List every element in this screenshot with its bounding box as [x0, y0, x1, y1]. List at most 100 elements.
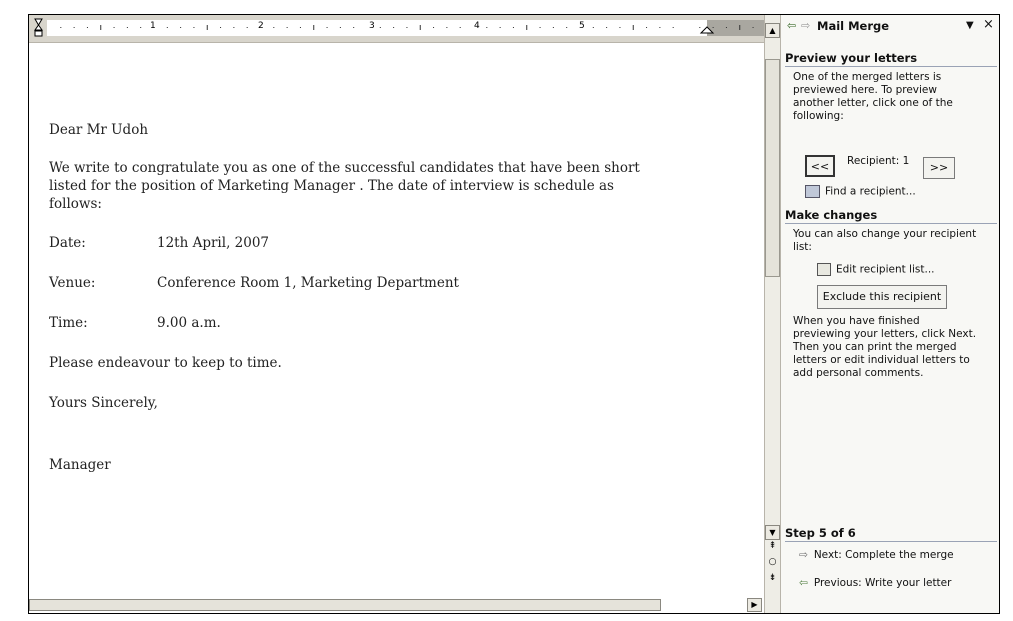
ruler-tick	[419, 25, 421, 30]
ruler-tick	[712, 27, 714, 28]
ruler-tick	[739, 25, 741, 30]
ruler-tick	[459, 27, 461, 28]
horizontal-scrollbar[interactable]: ▶	[29, 596, 764, 613]
body-line-1: We write to congratulate you as one of t…	[49, 160, 640, 176]
scroll-down-button[interactable]: ▼	[765, 525, 780, 540]
ruler-tick	[313, 25, 315, 30]
mail-merge-task-pane: ⇦ ⇨ Mail Merge ▼ × Preview your letters …	[780, 15, 999, 613]
ruler-tick	[113, 27, 115, 28]
body-line-3: follows:	[49, 196, 102, 212]
ruler-tick	[512, 27, 514, 28]
date-label: Date:	[49, 235, 86, 251]
ruler-tick	[526, 25, 528, 30]
body-line-2: listed for the position of Marketing Man…	[49, 178, 614, 194]
ruler-tick	[206, 25, 208, 30]
ruler-tick	[619, 27, 621, 28]
ruler-tick	[659, 27, 661, 28]
previous-page-icon[interactable]: ⇞	[765, 541, 780, 551]
ruler-tick	[552, 27, 554, 28]
ruler-tick	[725, 27, 727, 28]
ruler-tick	[539, 27, 541, 28]
signature: Manager	[49, 457, 111, 473]
ruler-tick	[699, 27, 701, 28]
ruler-tick	[646, 27, 648, 28]
previous-recipient-button[interactable]: <<	[805, 155, 835, 177]
task-pane-title: Mail Merge	[817, 19, 890, 33]
ruler-number-5: 5	[579, 21, 585, 31]
word-window: 1 2 3 4 5 Dear Mr Udoh We write to congr…	[28, 14, 1000, 614]
next-step-link[interactable]: ⇨ Next: Complete the merge	[799, 549, 954, 561]
next-page-icon[interactable]: ⇟	[765, 573, 780, 583]
vertical-scrollbar[interactable]: ▲ ▼ ⇞ ○ ⇟	[764, 15, 780, 613]
step-heading: Step 5 of 6	[785, 526, 856, 540]
ruler-ticks	[34, 18, 754, 37]
ruler-tick	[193, 27, 195, 28]
edit-recipient-list-link[interactable]: Edit recipient list...	[817, 263, 935, 276]
ruler-number-2: 2	[258, 21, 264, 31]
ruler-tick	[566, 27, 568, 28]
ruler-tick	[140, 27, 142, 28]
ruler-tick	[299, 27, 301, 28]
find-icon	[805, 185, 820, 198]
scroll-up-button[interactable]: ▲	[765, 23, 780, 38]
preview-text: One of the merged letters is previewed h…	[793, 71, 953, 122]
ruler-tick	[499, 27, 501, 28]
horizontal-scroll-thumb[interactable]	[29, 599, 661, 611]
ruler-tick	[592, 27, 594, 28]
ruler-tick	[220, 27, 222, 28]
right-indent-marker-icon	[699, 26, 715, 34]
ruler-tick	[100, 25, 102, 30]
ruler-tick	[752, 27, 754, 28]
horizontal-ruler[interactable]: 1 2 3 4 5	[29, 15, 764, 43]
ruler-tick	[180, 27, 182, 28]
task-pane-header: ⇦ ⇨ Mail Merge ▼ ×	[781, 15, 999, 37]
ruler-number-1: 1	[150, 21, 156, 31]
ruler-tick	[406, 27, 408, 28]
make-changes-heading: Make changes	[785, 208, 878, 222]
time-label: Time:	[49, 315, 88, 331]
ruler-tick	[433, 27, 435, 28]
venue-label: Venue:	[49, 275, 96, 291]
ruler-tick	[60, 27, 62, 28]
back-arrow-icon[interactable]: ⇦	[787, 19, 796, 32]
salutation: Dear Mr Udoh	[49, 122, 149, 138]
select-browse-object-icon[interactable]: ○	[765, 557, 780, 567]
indent-marker-icon	[34, 18, 43, 37]
scroll-right-button[interactable]: ▶	[747, 598, 762, 612]
vertical-scroll-thumb[interactable]	[765, 59, 780, 277]
ruler-tick	[353, 27, 355, 28]
next-arrow-icon: ⇨	[799, 549, 808, 561]
ruler-tick	[486, 27, 488, 28]
venue-value: Conference Room 1, Marketing Department	[157, 275, 459, 291]
ruler-tick	[73, 27, 75, 28]
task-pane-menu-icon[interactable]: ▼	[966, 20, 974, 31]
ruler-tick	[672, 27, 674, 28]
ruler-tick	[166, 27, 168, 28]
ruler-number-4: 4	[474, 21, 480, 31]
edit-list-icon	[817, 263, 831, 276]
ruler-tick	[126, 27, 128, 28]
ruler-tick	[273, 27, 275, 28]
previous-arrow-icon: ⇦	[799, 577, 808, 589]
ruler-tick	[379, 27, 381, 28]
ruler-tick	[233, 27, 235, 28]
ruler-tick	[393, 27, 395, 28]
ruler-tick	[446, 27, 448, 28]
ruler-tick	[632, 25, 634, 30]
ruler-tick	[246, 27, 248, 28]
next-recipient-button[interactable]: >>	[923, 157, 955, 179]
ruler-tick	[86, 27, 88, 28]
close-icon[interactable]: ×	[983, 17, 994, 32]
finish-text: When you have finished previewing your l…	[793, 315, 977, 379]
signoff: Yours Sincerely,	[49, 395, 158, 411]
previous-step-link[interactable]: ⇦ Previous: Write your letter	[799, 577, 951, 589]
ruler-number-3: 3	[369, 21, 375, 31]
forward-arrow-icon[interactable]: ⇨	[801, 19, 810, 32]
preview-heading: Preview your letters	[785, 51, 918, 65]
date-value: 12th April, 2007	[157, 235, 270, 251]
ruler-tick	[286, 27, 288, 28]
find-recipient-link[interactable]: Find a recipient...	[805, 185, 916, 198]
ruler-tick	[326, 27, 328, 28]
exclude-recipient-button[interactable]: Exclude this recipient	[817, 285, 947, 309]
closing-note: Please endeavour to keep to time.	[49, 355, 282, 371]
